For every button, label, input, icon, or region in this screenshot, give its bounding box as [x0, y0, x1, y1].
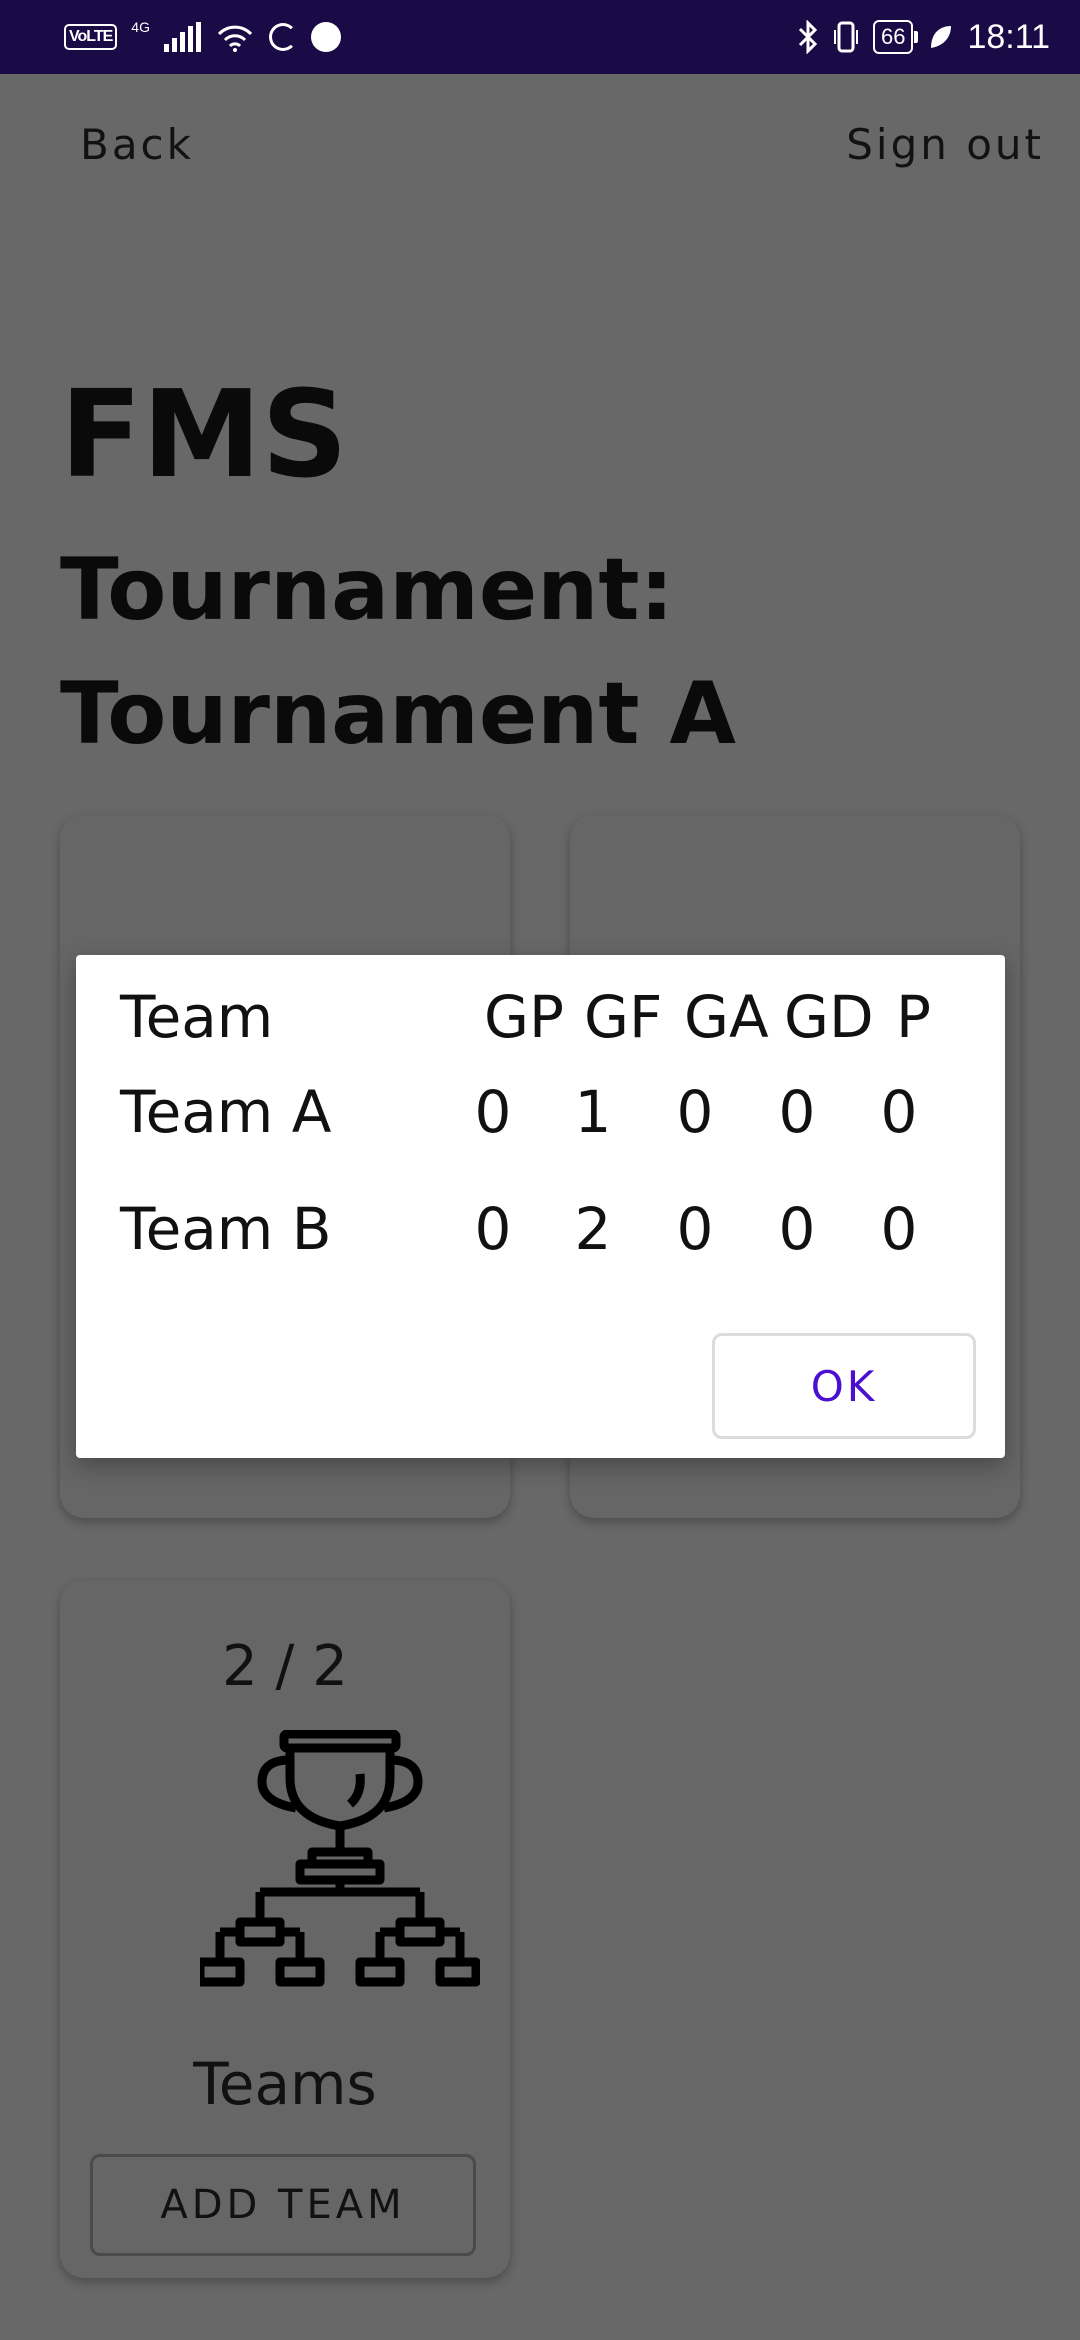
sync-icon [268, 23, 297, 51]
signal-icon [163, 22, 201, 52]
goal-difference: 0 [778, 1078, 816, 1146]
goals-against: 0 [676, 1078, 714, 1146]
tournament-name: Tournament A [60, 664, 736, 764]
column-header-gp: GP [484, 983, 564, 1051]
tournament-label: Tournament: [60, 540, 674, 640]
team-name: Team B [120, 1195, 332, 1263]
clock: 18:11 [967, 17, 1050, 56]
column-header-team: Team [120, 983, 274, 1051]
battery-icon: 66 [872, 20, 919, 54]
goals-against: 0 [676, 1195, 714, 1263]
back-button[interactable]: Back [80, 120, 194, 169]
teams-label: Teams [193, 2050, 377, 2118]
wifi-icon [217, 25, 253, 52]
add-team-button[interactable]: ADD TEAM [90, 2154, 476, 2256]
team-name: Team A [120, 1078, 332, 1146]
ball-icon [310, 22, 341, 52]
column-header-gf: GF [584, 983, 663, 1051]
teams-card[interactable]: 2 / 2 Teams ADD TEAM [60, 1580, 510, 2278]
column-header-gd: GD [784, 983, 874, 1051]
network-type-label: 4G [131, 19, 150, 35]
bluetooth-icon [798, 20, 818, 54]
vibrate-icon [833, 21, 858, 53]
standings-dialog: Team GP GF GA GD P Team A 0 1 0 0 0 Team… [76, 955, 1005, 1458]
games-played: 0 [474, 1195, 512, 1263]
goals-for: 1 [574, 1078, 612, 1146]
app-title: FMS [60, 366, 348, 505]
column-header-p: P [896, 983, 931, 1051]
column-header-ga: GA [684, 983, 769, 1051]
leaf-icon [931, 26, 952, 48]
games-played: 0 [474, 1078, 512, 1146]
ok-button[interactable]: OK [712, 1333, 976, 1439]
status-bar: VoLTE 4G 66 18:11 [0, 0, 1080, 74]
points: 0 [880, 1078, 918, 1146]
goals-for: 2 [574, 1195, 612, 1263]
teams-count: 2 / 2 [222, 1634, 348, 1699]
sign-out-button[interactable]: Sign out [846, 120, 1044, 169]
volte-icon: VoLTE [64, 24, 118, 50]
points: 0 [880, 1195, 918, 1263]
trophy-bracket-icon [200, 1730, 480, 1987]
tournament-title: Tournament: Tournament A [60, 528, 960, 776]
goal-difference: 0 [778, 1195, 816, 1263]
